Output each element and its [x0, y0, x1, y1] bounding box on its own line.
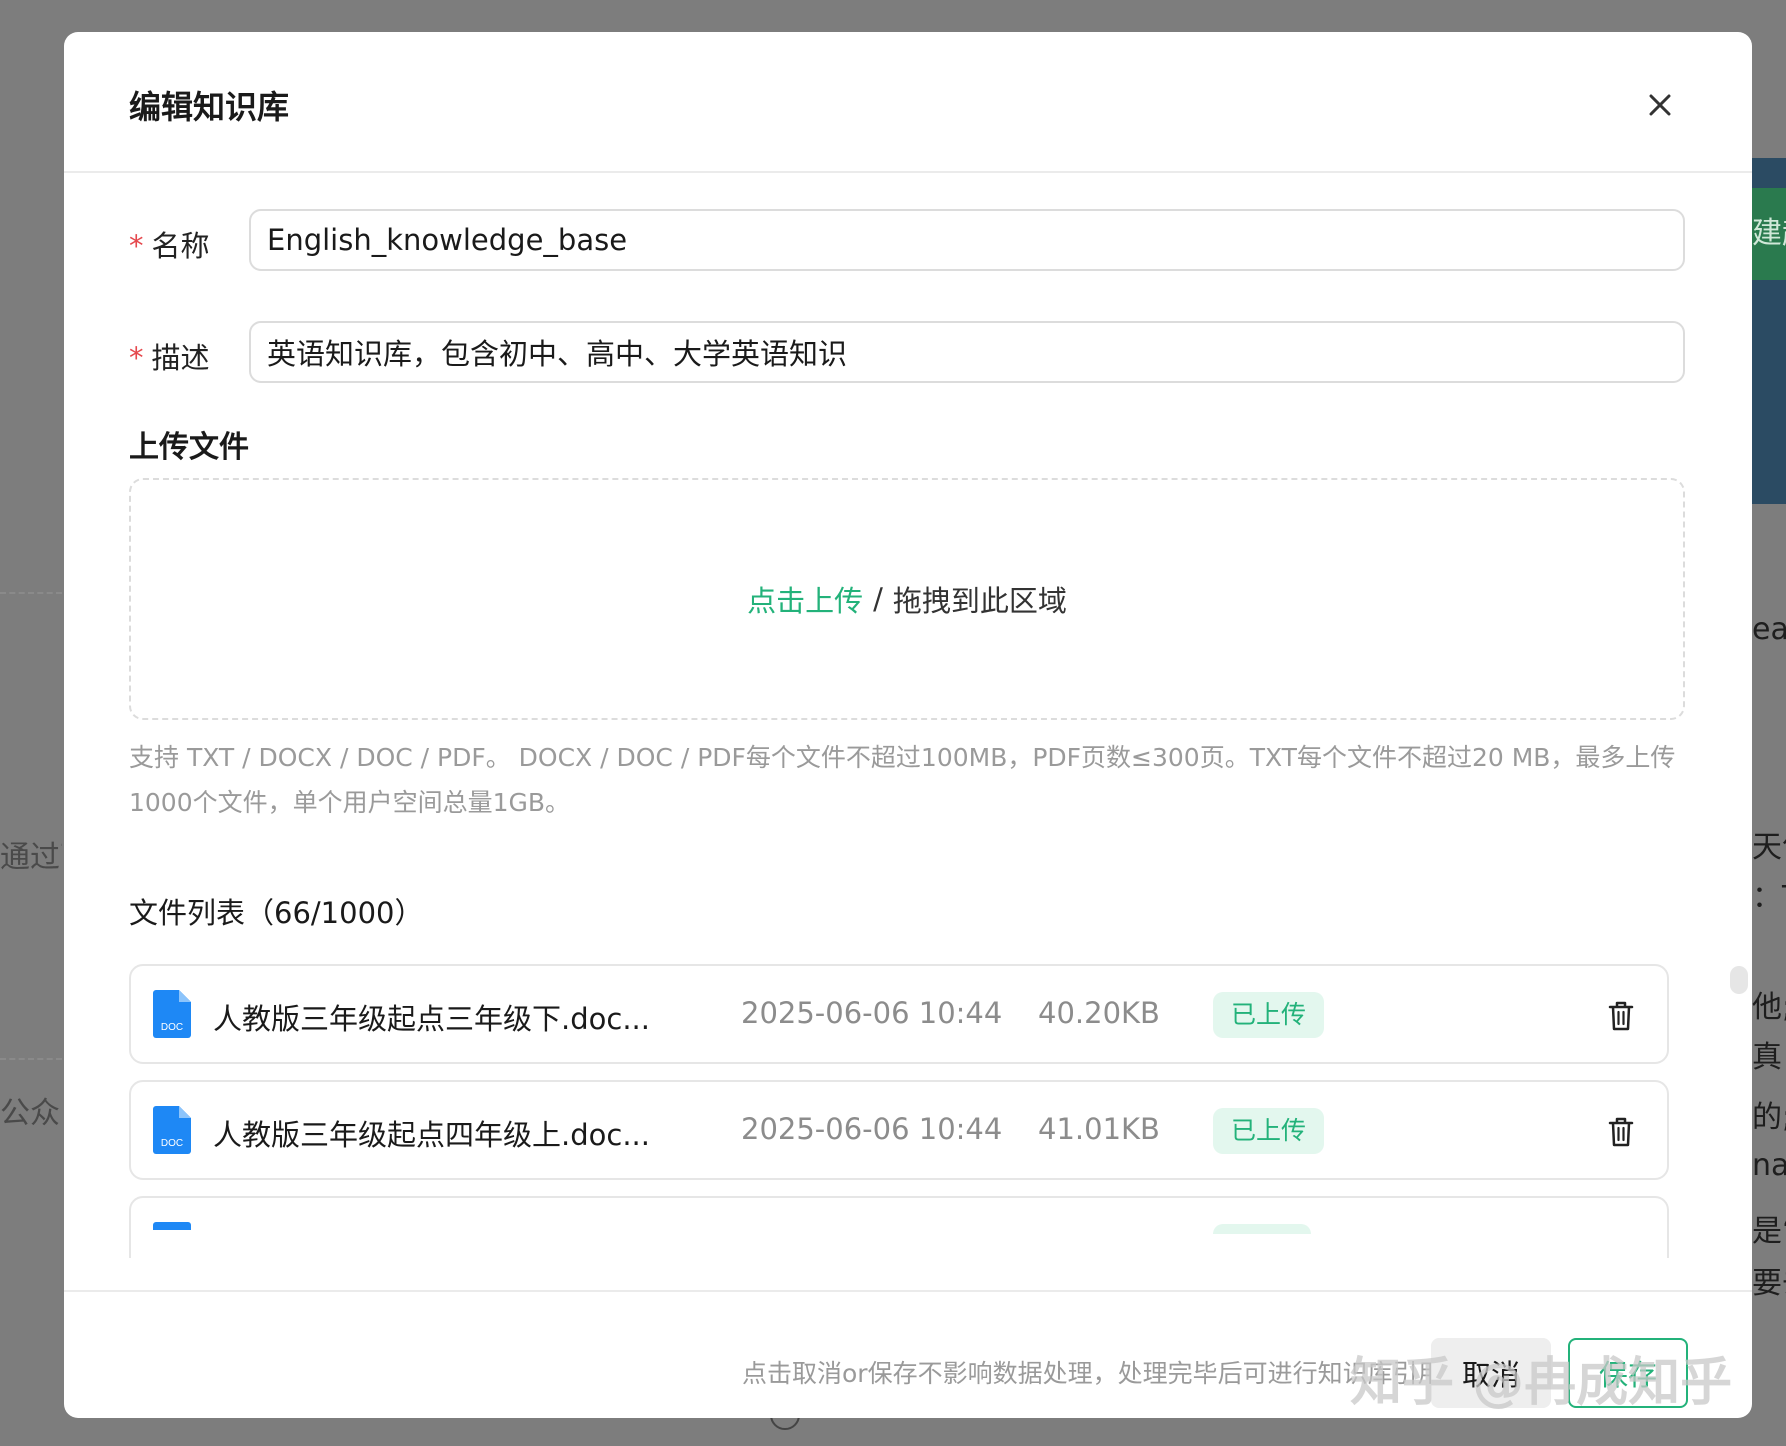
doc-file-icon — [153, 1222, 191, 1230]
upload-dropzone[interactable]: 点击上传 / 拖拽到此区域 — [129, 478, 1685, 720]
description-label: * 描述 — [129, 335, 210, 377]
background-green-button: 建起 — [1752, 188, 1786, 280]
upload-status-badge: 已上传 — [1213, 1108, 1325, 1154]
upload-status-badge — [1213, 1224, 1311, 1234]
background-text-fragment: 他; — [1752, 990, 1786, 1025]
background-divider — [0, 1058, 62, 1060]
file-row[interactable]: DOC 人教版三年级起点三年级下.doc... 2025-06-06 10:44… — [129, 964, 1669, 1064]
file-row[interactable]: DOC 人教版三年级起点四年级上.doc... 2025-06-06 10:44… — [129, 1080, 1669, 1180]
background-text-fragment: 是“个 — [1752, 1214, 1786, 1249]
background-text-fragment: eat — [1752, 612, 1786, 647]
file-list-title: 文件列表（66/1000） — [129, 896, 424, 930]
watermark: 知乎 @冉成知乎 — [1350, 1353, 1733, 1413]
background-text-fragment: 通过可 — [0, 840, 62, 875]
file-list[interactable]: DOC 人教版三年级起点三年级下.doc... 2025-06-06 10:44… — [129, 964, 1689, 1258]
description-label-text: 描述 — [151, 341, 210, 375]
name-label: * 名称 — [129, 223, 210, 265]
close-icon[interactable] — [1643, 88, 1677, 122]
dialog-header: 编辑知识库 — [64, 32, 1752, 173]
trash-icon[interactable] — [1607, 1000, 1635, 1032]
background-text-fragment: 公众 — [0, 1096, 60, 1131]
background-text-fragment: ：T — [1752, 880, 1786, 915]
dialog-title: 编辑知识库 — [129, 88, 290, 126]
footer-note: 点击取消or保存不影响数据处理，处理完毕后可进行知识库引用 — [742, 1359, 1443, 1388]
doc-file-icon: DOC — [153, 990, 191, 1038]
background-text-fragment: 要去 — [1752, 1266, 1786, 1301]
upload-separator: / — [873, 582, 883, 616]
doc-icon-label: DOC — [161, 1022, 183, 1033]
name-input[interactable] — [249, 209, 1685, 271]
required-mark: * — [129, 341, 144, 375]
drag-hint: 拖拽到此区域 — [892, 584, 1067, 618]
upload-hint: 支持 TXT / DOCX / DOC / PDF。 DOCX / DOC / … — [129, 743, 1676, 817]
required-mark: * — [129, 229, 144, 263]
file-list-scrollbar[interactable] — [1730, 966, 1748, 994]
doc-file-icon: DOC — [153, 1106, 191, 1154]
background-text-fragment: 天气 — [1752, 830, 1786, 865]
file-row-partial[interactable] — [129, 1196, 1669, 1258]
file-name: 人教版三年级起点三年级下.doc... — [213, 1002, 650, 1036]
edit-knowledge-base-dialog: 编辑知识库 *名称 *描述 上传文件 点击上传 / 拖拽到此区域 支持 TXT … — [64, 32, 1752, 1418]
upload-section-title: 上传文件 — [129, 430, 249, 465]
doc-icon-label: DOC — [161, 1138, 183, 1149]
trash-icon[interactable] — [1607, 1116, 1635, 1148]
file-name: 人教版三年级起点四年级上.doc... — [213, 1118, 650, 1152]
background-text-fragment: nas — [1752, 1148, 1786, 1183]
background-divider — [0, 592, 62, 594]
upload-status-badge: 已上传 — [1213, 992, 1325, 1038]
file-size: 40.20KB — [1038, 996, 1160, 1030]
file-date: 2025-06-06 10:44 — [741, 996, 1003, 1030]
description-input[interactable] — [249, 321, 1685, 383]
file-size: 41.01KB — [1038, 1112, 1160, 1146]
background-text-fragment: 真 — [1752, 1040, 1782, 1075]
file-date: 2025-06-06 10:44 — [741, 1112, 1003, 1146]
name-label-text: 名称 — [151, 229, 210, 263]
click-upload-link[interactable]: 点击上传 — [747, 578, 863, 620]
background-text-fragment: 的; — [1752, 1100, 1786, 1135]
